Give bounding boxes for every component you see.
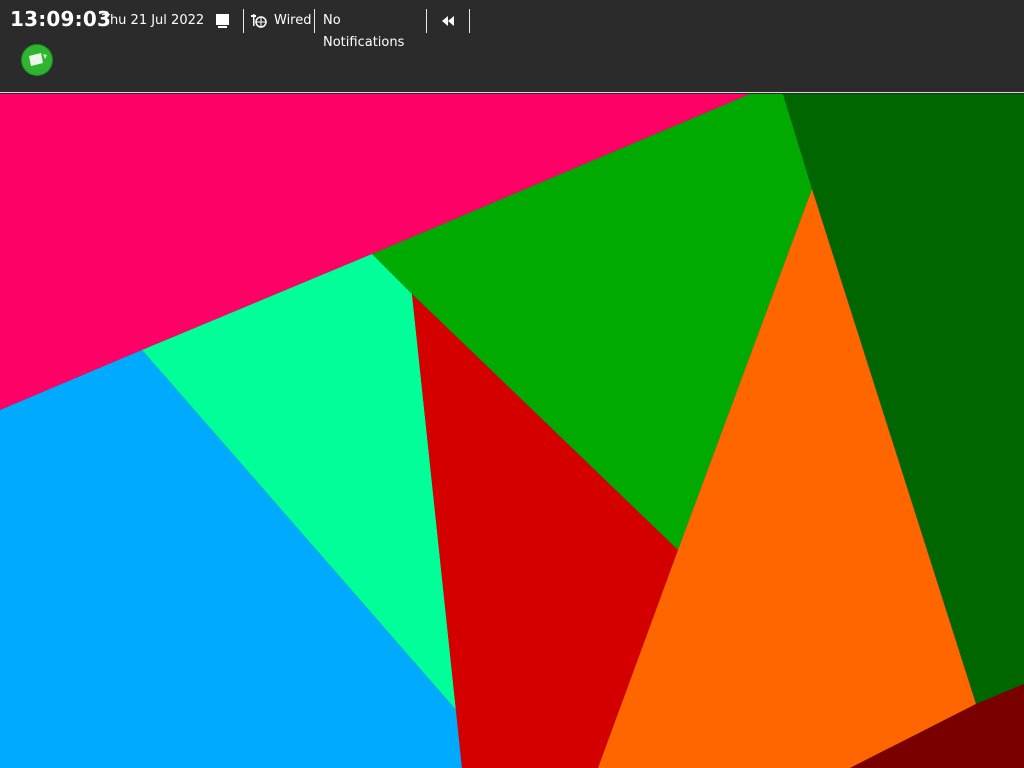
window-icon <box>216 14 229 28</box>
date[interactable]: Thu 21 Jul 2022 <box>102 13 204 28</box>
rewind-icon <box>442 16 454 26</box>
panel-divider <box>243 9 244 33</box>
app-launcher-button[interactable] <box>20 43 54 77</box>
notifications-button[interactable]: No Notifications <box>318 10 424 50</box>
network-indicator[interactable]: Wired <box>250 10 312 32</box>
wired-network-icon <box>251 14 267 28</box>
network-label: Wired <box>274 13 312 28</box>
notifications-label: No Notifications <box>323 13 405 50</box>
desktop-wallpaper <box>0 94 1024 768</box>
panel-divider <box>426 9 427 33</box>
top-panel: 13:09:03 Thu 21 Jul 2022 Wired No Notifi… <box>0 0 1024 93</box>
panel-divider <box>314 9 315 33</box>
clock[interactable]: 13:09:03 <box>10 7 111 31</box>
panel-divider <box>469 9 470 33</box>
green-app-launcher-icon <box>21 44 53 76</box>
media-control-button[interactable] <box>432 10 464 32</box>
show-desktop-button[interactable] <box>211 10 233 32</box>
